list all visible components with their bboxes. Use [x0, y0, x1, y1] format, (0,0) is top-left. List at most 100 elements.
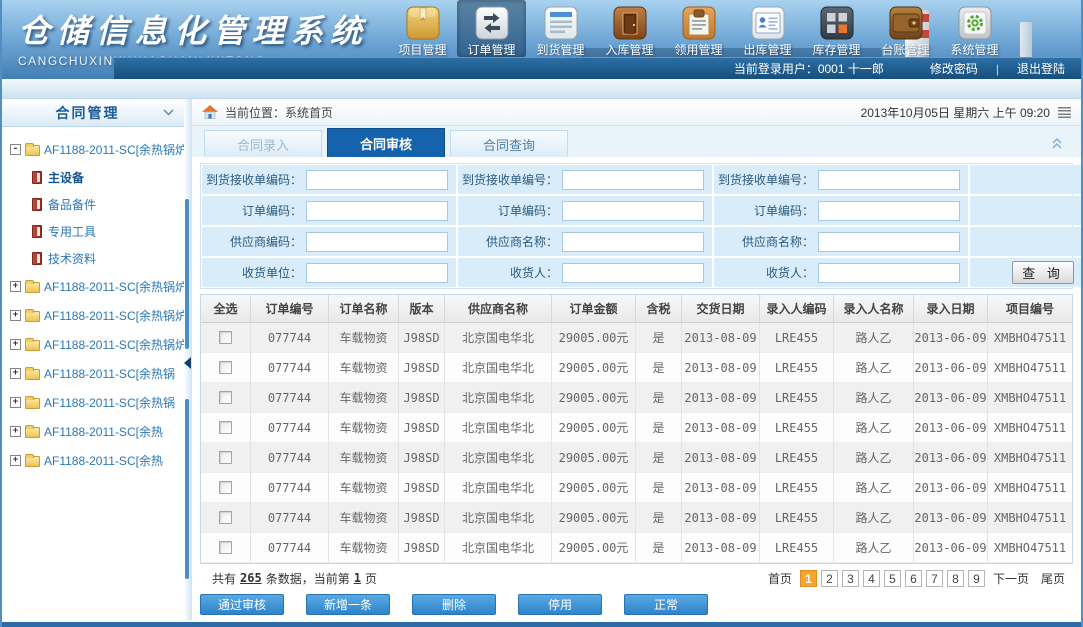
nav-item-5[interactable]: 领用管理 — [664, 0, 733, 57]
row-checkbox[interactable] — [219, 391, 232, 404]
change-password-link[interactable]: 修改密码 — [930, 60, 978, 77]
search-input-r3c2[interactable] — [562, 232, 704, 252]
table-cell: 2013-06-09 — [914, 383, 988, 413]
pagination-first[interactable]: 首页 — [768, 570, 792, 587]
table-cell: 北京国电华北 — [445, 473, 552, 503]
tree-expander-icon[interactable]: + — [10, 397, 21, 408]
tree-expander-icon[interactable]: + — [10, 310, 21, 321]
add-one-button[interactable]: 新增一条 — [306, 594, 390, 615]
tree-folder-label: AF1188-2011-SC[余热锅 — [44, 394, 175, 411]
tree-folder[interactable]: + AF1188-2011-SC[余热 — [8, 417, 182, 446]
tree-folder[interactable]: +AF1188-2011-SC[余热锅 — [8, 359, 182, 388]
table-cell: LRE455 — [760, 473, 834, 503]
tree-expander-icon[interactable]: + — [10, 455, 21, 466]
menu-icon[interactable] — [1058, 107, 1071, 118]
normal-button[interactable]: 正常 — [624, 594, 708, 615]
search-input-r1c3[interactable] — [818, 170, 960, 190]
page-button-2[interactable]: 2 — [821, 570, 838, 587]
row-checkbox[interactable] — [219, 541, 232, 554]
tree-item[interactable]: 技术资料 — [8, 245, 182, 272]
tree-expander-icon[interactable]: + — [10, 368, 21, 379]
tree-expander-icon[interactable]: + — [10, 281, 21, 292]
page-button-7[interactable]: 7 — [926, 570, 943, 587]
tab-bar: 合同录入合同审核合同查询 — [192, 126, 1081, 157]
table-cell: LRE455 — [760, 353, 834, 383]
page-button-4[interactable]: 4 — [863, 570, 880, 587]
search-input-r3c1[interactable] — [306, 232, 448, 252]
nav-item-7[interactable]: 库存管理 — [802, 0, 871, 57]
collapse-panel-icon[interactable] — [1051, 137, 1063, 149]
collapse-sidebar-icon[interactable] — [184, 357, 191, 369]
page-button-6[interactable]: 6 — [905, 570, 922, 587]
table-row: 077744车载物资J98SD北京国电华北29005.00元是2013-08-0… — [201, 473, 1072, 503]
table-cell: 29005.00元 — [552, 383, 636, 413]
search-input-r3c3[interactable] — [818, 232, 960, 252]
search-input-r2c2[interactable] — [562, 201, 704, 221]
tab-1[interactable]: 合同录入 — [204, 130, 322, 157]
tree-folder[interactable]: +AF1188-2011-SC[余热锅炉 — [8, 272, 182, 301]
query-button[interactable]: 查 询 — [1012, 261, 1074, 284]
nav-item-6[interactable]: 出库管理 — [733, 0, 802, 57]
page-button-8[interactable]: 8 — [947, 570, 964, 587]
row-checkbox[interactable] — [219, 481, 232, 494]
nav-item-4[interactable]: 入库管理 — [595, 0, 664, 57]
table-cell: 是 — [636, 473, 682, 503]
tree-folder[interactable]: -AF1188-2011-SC[余热锅炉岛 — [8, 135, 182, 164]
nav-item-1[interactable]: 项目管理 — [388, 0, 457, 57]
tab-2[interactable]: 合同审核 — [327, 128, 445, 157]
tree-folder[interactable]: + AF1188-2011-SC[余热锅 — [8, 388, 182, 417]
row-checkbox[interactable] — [219, 511, 232, 524]
search-input-r4c3[interactable] — [818, 263, 960, 283]
tree-expander-icon[interactable]: - — [10, 144, 21, 155]
nav-item-2[interactable]: 订单管理 — [457, 0, 526, 57]
tree-item-label: 专用工具 — [48, 223, 96, 240]
approve-button[interactable]: 通过审核 — [200, 594, 284, 615]
tree-item[interactable]: 主设备 — [8, 164, 182, 191]
search-input-r4c1[interactable] — [306, 263, 448, 283]
logout-link[interactable]: 退出登陆 — [1017, 60, 1065, 77]
nav-item-8[interactable]: 台账管理 — [871, 0, 940, 57]
sidebar-header[interactable]: 合同管理 — [2, 99, 184, 127]
table-cell: 路人乙 — [834, 503, 914, 533]
page-button-5[interactable]: 5 — [884, 570, 901, 587]
search-input-r2c3[interactable] — [818, 201, 960, 221]
document-icon — [32, 225, 42, 238]
tree-expander-icon[interactable]: + — [10, 339, 21, 350]
search-field-label: 供应商编码： — [230, 233, 302, 250]
delete-button[interactable]: 删除 — [412, 594, 496, 615]
nav-item-label: 台账管理 — [881, 41, 929, 58]
nav-item-9[interactable]: 系统管理 — [940, 0, 1009, 57]
table-cell: 路人乙 — [834, 443, 914, 473]
search-field-label: 订单编码： — [754, 202, 814, 219]
pagination-last[interactable]: 尾页 — [1041, 570, 1065, 587]
tree-folder-label: AF1188-2011-SC[余热 — [44, 423, 163, 440]
page-button-9[interactable]: 9 — [968, 570, 985, 587]
tree-folder[interactable]: +AF1188-2011-SC[余热锅炉 — [8, 330, 182, 359]
page-button-3[interactable]: 3 — [842, 570, 859, 587]
sidebar-splitter[interactable] — [184, 99, 192, 620]
table-cell: XMBHO47511 — [988, 473, 1072, 503]
tree-expander-icon[interactable]: + — [10, 426, 21, 437]
tree-folder[interactable]: +AF1188-2011-SC[余热 — [8, 446, 182, 475]
tree-folder[interactable]: +AF1188-2011-SC[余热锅炉 — [8, 301, 182, 330]
row-checkbox[interactable] — [219, 331, 232, 344]
table-cell: 077744 — [251, 533, 329, 563]
row-checkbox[interactable] — [219, 451, 232, 464]
nav-item-3[interactable]: 到货管理 — [526, 0, 595, 57]
tab-3[interactable]: 合同查询 — [450, 130, 568, 157]
row-checkbox[interactable] — [219, 361, 232, 374]
tree-item[interactable]: 备品备件 — [8, 191, 182, 218]
search-input-r1c1[interactable] — [306, 170, 448, 190]
search-input-r2c1[interactable] — [306, 201, 448, 221]
disable-button[interactable]: 停用 — [518, 594, 602, 615]
tree-item-label: 主设备 — [48, 169, 84, 186]
row-checkbox[interactable] — [219, 421, 232, 434]
search-input-r1c2[interactable] — [562, 170, 704, 190]
page-button-1[interactable]: 1 — [800, 570, 817, 587]
table-cell: XMBHO47511 — [988, 443, 1072, 473]
tree-item[interactable]: 专用工具 — [8, 218, 182, 245]
table-header-row: 全选订单编号订单名称版本供应商名称订单金额含税交货日期录入人编码录入人名称录入日… — [201, 295, 1072, 323]
pagination-next[interactable]: 下一页 — [993, 570, 1029, 587]
search-field-cell: 订单编码： — [202, 196, 456, 225]
search-input-r4c2[interactable] — [562, 263, 704, 283]
